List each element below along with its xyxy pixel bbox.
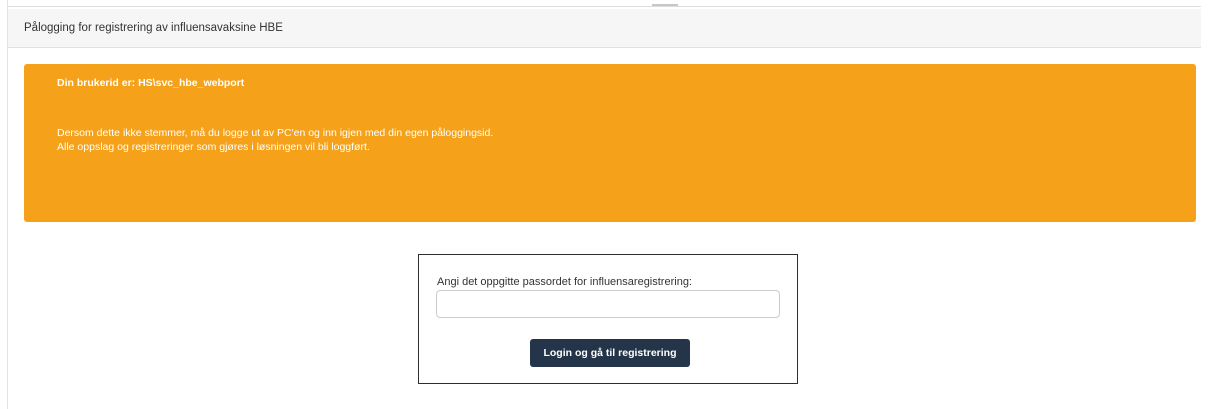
alert-message-line-2: Alle oppslag og registreringer som gjøre… [57,141,370,153]
alert-user-id: Din brukerid er: HS\svc_hbe_webport [57,77,245,89]
page-header: Pålogging for registrering av influensav… [8,9,1201,48]
login-panel: Angi det oppgitte passordet for influens… [418,254,798,384]
password-input[interactable] [436,290,780,318]
login-button[interactable]: Login og gå til registrering [530,339,690,367]
user-info-alert: Din brukerid er: HS\svc_hbe_webport Ders… [24,64,1196,222]
page-left-border [7,0,8,409]
page-title: Pålogging for registrering av influensav… [24,22,283,34]
page-top-border [8,6,1201,7]
top-scroll-marker [652,4,678,6]
password-label: Angi det oppgitte passordet for influens… [437,276,692,288]
alert-message-line-1: Dersom dette ikke stemmer, må du logge u… [57,126,494,139]
